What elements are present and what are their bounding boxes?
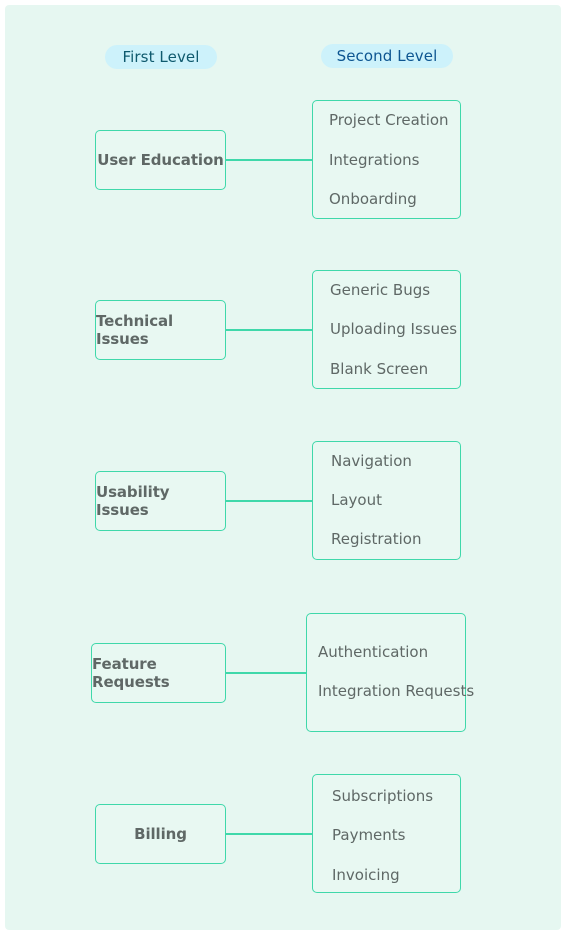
child-item: Authentication	[318, 643, 429, 661]
node-label: Feature Requests	[92, 655, 170, 691]
child-item: Uploading Issues	[330, 320, 458, 338]
connector-line	[226, 329, 313, 331]
first-level-node[interactable]: Billing	[95, 804, 226, 864]
connector-line	[226, 159, 313, 161]
child-item: Navigation	[331, 452, 412, 470]
second-level-node[interactable]: Generic Bugs Uploading Issues Blank Scre…	[312, 270, 461, 389]
child-item: Integration Requests	[318, 682, 475, 700]
second-level-node[interactable]: Project Creation Integrations Onboarding	[312, 100, 461, 219]
second-level-node[interactable]: Navigation Layout Registration	[312, 441, 461, 560]
child-item: Project Creation	[329, 111, 449, 129]
node-label: Usability Issues	[96, 483, 170, 519]
child-item: Integrations	[329, 151, 420, 169]
child-item: Onboarding	[329, 190, 417, 208]
first-level-node[interactable]: User Education	[95, 130, 226, 190]
child-item: Invoicing	[332, 866, 400, 884]
first-level-node[interactable]: Usability Issues	[95, 471, 226, 531]
child-item: Generic Bugs	[330, 281, 431, 299]
connector-line	[226, 500, 313, 502]
child-item: Payments	[332, 826, 406, 844]
child-item: Registration	[331, 530, 422, 548]
node-label: Technical Issues	[96, 312, 174, 348]
child-item: Subscriptions	[332, 787, 434, 805]
second-level-header: Second Level	[321, 44, 453, 68]
child-item: Blank Screen	[330, 360, 429, 378]
first-level-node[interactable]: Technical Issues	[95, 300, 226, 360]
first-level-node[interactable]: Feature Requests	[91, 643, 226, 703]
node-label: Billing	[134, 825, 187, 843]
second-level-node[interactable]: Subscriptions Payments Invoicing	[312, 774, 461, 893]
second-level-node[interactable]: Authentication Integration Requests	[306, 613, 474, 732]
diagram-canvas	[5, 5, 561, 930]
node-label: User Education	[97, 151, 224, 169]
first-level-header: First Level	[105, 45, 217, 69]
connector-line	[226, 672, 307, 674]
connector-line	[226, 833, 313, 835]
child-item: Layout	[331, 491, 382, 509]
